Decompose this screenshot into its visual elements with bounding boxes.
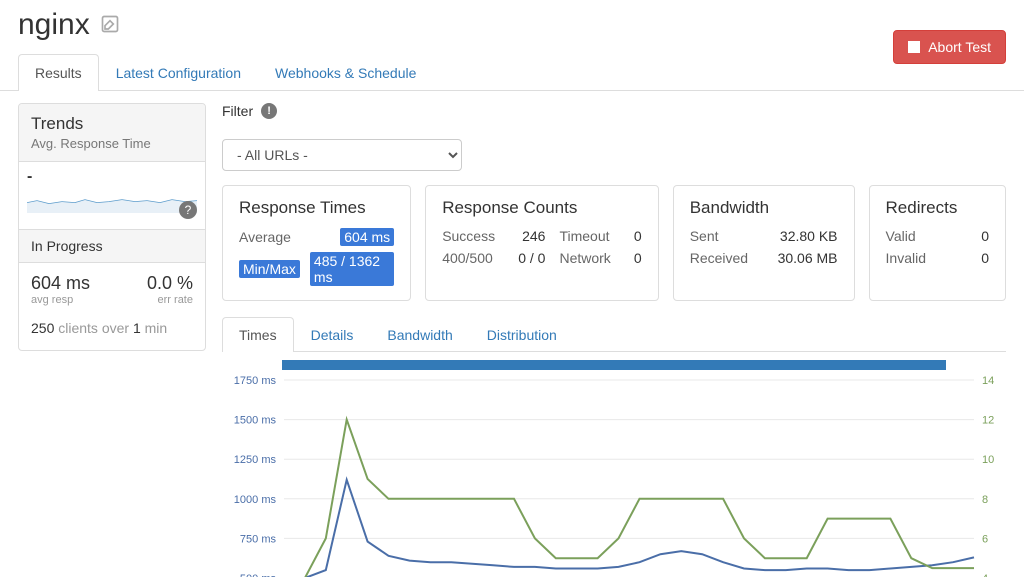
invalid-value: 0: [981, 250, 989, 266]
err-rate-label: err rate: [147, 294, 193, 306]
sent-value: 32.80 KB: [780, 228, 838, 244]
subtab-times[interactable]: Times: [222, 317, 294, 352]
avg-resp-label: avg resp: [31, 294, 90, 306]
stop-icon: [908, 41, 920, 53]
network-label: Network: [559, 250, 615, 266]
success-value: 246: [514, 228, 546, 244]
response-times-title: Response Times: [239, 198, 394, 218]
tab-latest-configuration[interactable]: Latest Configuration: [99, 54, 258, 91]
svg-text:1000 ms: 1000 ms: [234, 494, 277, 506]
svg-text:750 ms: 750 ms: [240, 533, 277, 545]
response-counts-title: Response Counts: [442, 198, 642, 218]
subtab-distribution[interactable]: Distribution: [470, 317, 574, 352]
err-codes-label: 400/500: [442, 250, 499, 266]
sub-tabs: Times Details Bandwidth Distribution: [222, 317, 1006, 352]
svg-text:1500 ms: 1500 ms: [234, 415, 277, 427]
edit-icon[interactable]: [100, 14, 120, 37]
avg-resp-value: 604 ms: [31, 273, 90, 294]
minmax-label: Min/Max: [239, 260, 300, 278]
help-icon[interactable]: ?: [179, 201, 197, 219]
trends-dash: -: [27, 168, 197, 186]
err-rate-value: 0.0 %: [147, 273, 193, 294]
trends-subtitle: Avg. Response Time: [31, 136, 193, 151]
svg-text:8: 8: [982, 494, 988, 506]
bandwidth-card: Bandwidth Sent 32.80 KB Received 30.06 M…: [673, 185, 855, 301]
in-progress-title: In Progress: [19, 230, 205, 263]
response-times-card: Response Times Average 604 ms Min/Max 48…: [222, 185, 411, 301]
sparkline-chart: [27, 186, 197, 216]
svg-text:12: 12: [982, 415, 994, 427]
received-label: Received: [690, 250, 748, 266]
network-value: 0: [629, 250, 641, 266]
avg-value: 604 ms: [340, 228, 394, 246]
clients-line: 250 clients over 1 min: [31, 320, 193, 336]
svg-text:500 ms: 500 ms: [240, 573, 277, 577]
received-value: 30.06 MB: [778, 250, 838, 266]
tab-webhooks-schedule[interactable]: Webhooks & Schedule: [258, 54, 433, 91]
timeout-label: Timeout: [559, 228, 615, 244]
main-tabs: Results Latest Configuration Webhooks & …: [0, 54, 1024, 91]
minmax-value: 485 / 1362 ms: [310, 252, 394, 286]
filter-select[interactable]: - All URLs -: [222, 139, 462, 171]
svg-text:14: 14: [982, 375, 994, 387]
svg-text:1750 ms: 1750 ms: [234, 375, 277, 387]
info-icon[interactable]: !: [261, 103, 277, 119]
response-counts-card: Response Counts Success 246 Timeout 0 40…: [425, 185, 659, 301]
svg-text:10: 10: [982, 454, 994, 466]
sent-label: Sent: [690, 228, 719, 244]
filter-label: Filter: [222, 103, 253, 119]
trends-card: Trends Avg. Response Time - ? In Progres…: [18, 103, 206, 351]
svg-text:4: 4: [982, 573, 988, 577]
bandwidth-title: Bandwidth: [690, 198, 838, 218]
valid-label: Valid: [886, 228, 916, 244]
abort-test-button[interactable]: Abort Test: [893, 30, 1006, 64]
subtab-bandwidth[interactable]: Bandwidth: [370, 317, 469, 352]
svg-text:6: 6: [982, 533, 988, 545]
redirects-title: Redirects: [886, 198, 989, 218]
redirects-card: Redirects Valid 0 Invalid 0: [869, 185, 1006, 301]
abort-test-label: Abort Test: [928, 39, 991, 55]
subtab-details[interactable]: Details: [294, 317, 371, 352]
timeout-value: 0: [629, 228, 641, 244]
avg-label: Average: [239, 229, 291, 245]
tab-results[interactable]: Results: [18, 54, 99, 91]
trends-title: Trends: [31, 114, 193, 134]
page-title: nginx: [18, 8, 90, 42]
invalid-label: Invalid: [886, 250, 926, 266]
err-codes-value: 0 / 0: [514, 250, 546, 266]
times-chart: 1750 ms 14 1500 ms 12 1250 ms 10 1000 ms 8 750 m…: [222, 360, 1006, 577]
success-label: Success: [442, 228, 499, 244]
valid-value: 0: [981, 228, 989, 244]
svg-text:1250 ms: 1250 ms: [234, 454, 277, 466]
